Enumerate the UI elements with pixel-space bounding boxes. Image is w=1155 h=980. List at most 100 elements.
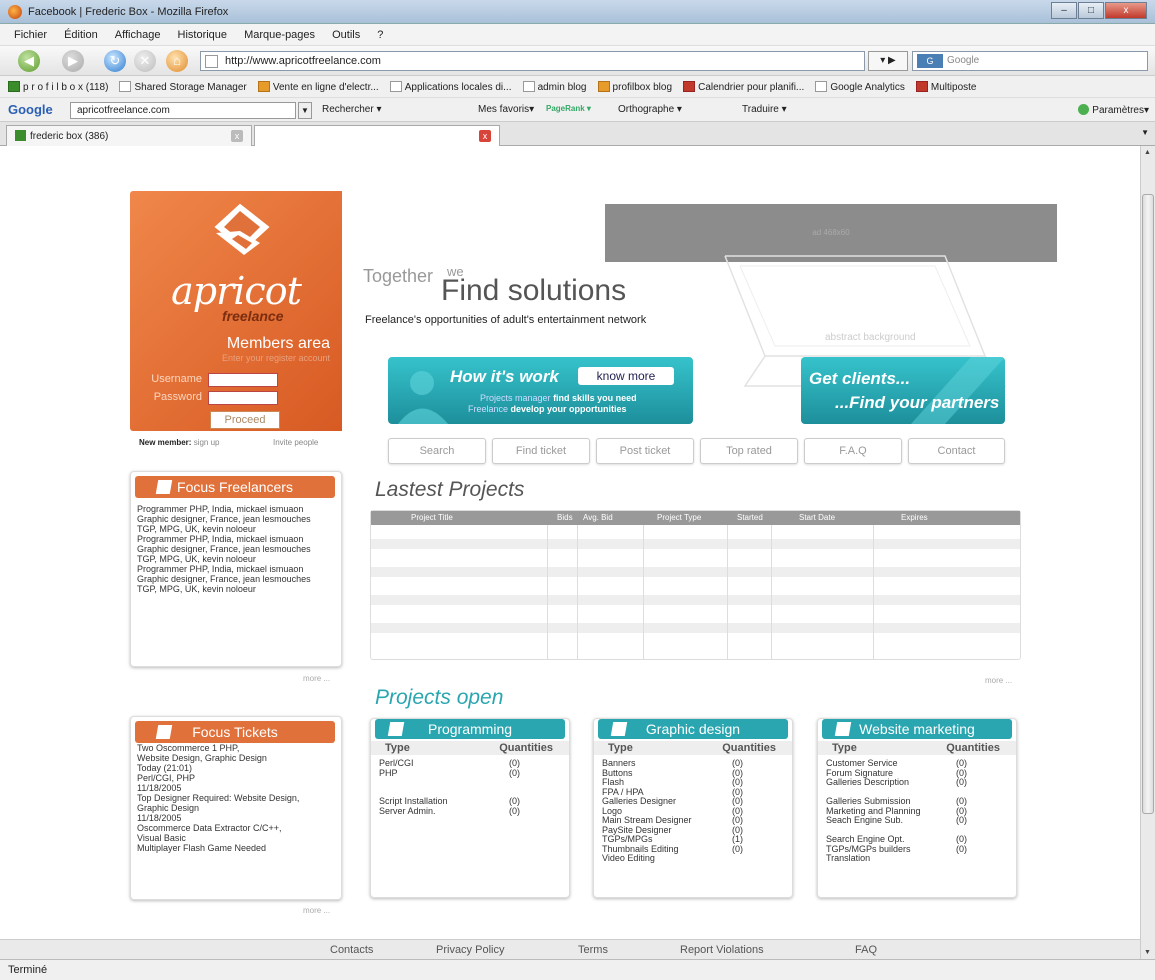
- nav-find-ticket-button[interactable]: Find ticket: [492, 438, 590, 464]
- invite-people-link[interactable]: Invite people: [273, 438, 318, 447]
- how-it-works-banner[interactable]: How it's work know more Projects manager…: [388, 357, 693, 424]
- table-row[interactable]: [371, 539, 1020, 549]
- tab-frederic-box[interactable]: frederic box (386) x: [6, 125, 252, 146]
- toolbar-settings[interactable]: Paramètres▾: [1078, 104, 1149, 116]
- search-engine-icon[interactable]: G: [917, 54, 943, 68]
- toolbar-favoris[interactable]: Mes favoris▾: [478, 104, 534, 115]
- table-row[interactable]: [371, 623, 1020, 633]
- password-input[interactable]: [208, 391, 278, 405]
- nav-faq-button[interactable]: F.A.Q: [804, 438, 902, 464]
- toolbar-traduire[interactable]: Traduire ▾: [742, 104, 787, 115]
- nav-search-button[interactable]: Search: [388, 438, 486, 464]
- list-item[interactable]: Programmer PHP, India, mickael ismuaon: [137, 534, 341, 544]
- bookmark-item[interactable]: Multiposte: [915, 81, 976, 93]
- list-item[interactable]: Oscommerce Data Extractor C/C++,: [137, 823, 341, 833]
- menu-edition[interactable]: Édition: [64, 29, 98, 41]
- stop-icon[interactable]: ✕: [134, 50, 156, 72]
- list-item[interactable]: Multiplayer Flash Game Needed: [137, 843, 341, 853]
- maximize-button[interactable]: □: [1078, 2, 1104, 19]
- footer-privacy-link[interactable]: Privacy Policy: [436, 944, 504, 956]
- url-bar[interactable]: http://www.apricotfreelance.com: [200, 51, 865, 71]
- list-item[interactable]: Website Design, Graphic Design: [137, 753, 341, 763]
- nav-post-ticket-button[interactable]: Post ticket: [596, 438, 694, 464]
- list-item[interactable]: Top Designer Required: Website Design,: [137, 793, 341, 803]
- table-row[interactable]: [371, 553, 1020, 563]
- toolbar-pagerank[interactable]: PageRank ▾: [546, 104, 591, 113]
- go-button[interactable]: ▾ ▶: [868, 51, 908, 71]
- home-icon[interactable]: ⌂: [166, 50, 188, 72]
- list-item[interactable]: Programmer PHP, India, mickael ismuaon: [137, 564, 341, 574]
- sign-up-link[interactable]: sign up: [194, 438, 220, 447]
- list-item[interactable]: Seach Engine Sub. (0): [826, 815, 1016, 826]
- list-item[interactable]: Translation: [826, 853, 1016, 864]
- bookmark-item[interactable]: Google Analytics: [815, 81, 905, 93]
- bookmark-item[interactable]: Calendrier pour planifi...: [683, 81, 804, 93]
- tickets-more-link[interactable]: more ...: [303, 906, 330, 915]
- bookmark-item[interactable]: Applications locales di...: [389, 81, 512, 93]
- footer-report-link[interactable]: Report Violations: [680, 944, 764, 956]
- list-item[interactable]: Galleries Designer (0): [602, 796, 792, 807]
- reload-icon[interactable]: ↻: [104, 50, 126, 72]
- table-row[interactable]: [371, 525, 1020, 535]
- list-item[interactable]: Graphic designer, France, jean lesmouche…: [137, 574, 341, 584]
- close-button[interactable]: x: [1105, 2, 1147, 19]
- proceed-button[interactable]: Proceed: [210, 411, 280, 429]
- username-input[interactable]: [208, 373, 278, 387]
- logo-text[interactable]: apricot: [130, 269, 342, 313]
- google-search-input[interactable]: apricotfreelance.com: [70, 102, 296, 119]
- tab-list-dropdown-icon[interactable]: ▼: [1141, 128, 1149, 137]
- back-arrow-icon[interactable]: ◀: [18, 50, 40, 72]
- menu-help[interactable]: ?: [377, 29, 383, 41]
- table-row[interactable]: [371, 595, 1020, 605]
- list-item[interactable]: PHP (0): [379, 768, 569, 779]
- menu-marque-pages[interactable]: Marque-pages: [244, 29, 315, 41]
- nav-top-rated-button[interactable]: Top rated: [700, 438, 798, 464]
- scrollbar-thumb[interactable]: [1142, 194, 1154, 814]
- scroll-down-arrow-icon[interactable]: ▼: [1144, 949, 1151, 956]
- list-item[interactable]: Two Oscommerce 1 PHP,: [137, 743, 341, 753]
- bookmark-item[interactable]: Vente en ligne d'electr...: [257, 81, 379, 93]
- menu-outils[interactable]: Outils: [332, 29, 360, 41]
- nav-contact-button[interactable]: Contact: [908, 438, 1005, 464]
- menu-fichier[interactable]: Fichier: [14, 29, 47, 41]
- forward-arrow-icon[interactable]: ▶: [62, 50, 84, 72]
- freelancers-more-link[interactable]: more ...: [303, 674, 330, 683]
- get-clients-banner[interactable]: Get clients... ...Find your partners: [801, 357, 1005, 424]
- google-logo[interactable]: Google: [8, 102, 53, 117]
- list-item[interactable]: TGP, MPG, UK, kevin noloeur: [137, 524, 341, 534]
- know-more-button[interactable]: know more: [578, 367, 674, 385]
- list-item[interactable]: Buttons (0): [602, 768, 792, 779]
- list-item[interactable]: Graphic designer, France, jean lesmouche…: [137, 544, 341, 554]
- list-item[interactable]: Perl/CGI (0): [379, 758, 569, 769]
- vertical-scrollbar[interactable]: ▲ ▼: [1140, 146, 1155, 959]
- chevron-down-icon[interactable]: ▼: [298, 102, 312, 119]
- latest-more-link[interactable]: more ...: [985, 676, 1012, 685]
- footer-faq-link[interactable]: FAQ: [855, 944, 877, 956]
- table-row[interactable]: [371, 609, 1020, 619]
- bookmark-item[interactable]: admin blog: [522, 81, 586, 93]
- menu-affichage[interactable]: Affichage: [115, 29, 161, 41]
- menu-historique[interactable]: Historique: [178, 29, 228, 41]
- search-box[interactable]: G Google: [912, 51, 1148, 71]
- list-item[interactable]: TGP, MPG, UK, kevin noloeur: [137, 584, 341, 594]
- toolbar-orthographe[interactable]: Orthographe ▾: [618, 104, 682, 115]
- tab-close-icon[interactable]: x: [231, 130, 243, 142]
- list-item[interactable]: Graphic designer, France, jean lesmouche…: [137, 514, 341, 524]
- bookmark-item[interactable]: Shared Storage Manager: [119, 81, 247, 93]
- list-item[interactable]: Visual Basic: [137, 833, 341, 843]
- toolbar-rechercher[interactable]: Rechercher ▾: [322, 104, 382, 115]
- list-item[interactable]: Graphic Design: [137, 803, 341, 813]
- footer-contacts-link[interactable]: Contacts: [330, 944, 373, 956]
- table-row[interactable]: [371, 637, 1020, 647]
- list-item[interactable]: Galleries Description (0): [826, 777, 1016, 788]
- table-row[interactable]: [371, 581, 1020, 591]
- tab-current[interactable]: x: [254, 125, 500, 146]
- scroll-up-arrow-icon[interactable]: ▲: [1144, 149, 1151, 156]
- bookmark-item[interactable]: p r o f i l b o x (118): [8, 81, 108, 93]
- list-item[interactable]: Video Editing: [602, 853, 792, 864]
- minimize-button[interactable]: –: [1051, 2, 1077, 19]
- table-row[interactable]: [371, 567, 1020, 577]
- tab-close-icon[interactable]: x: [479, 130, 491, 142]
- list-item[interactable]: TGP, MPG, UK, kevin noloeur: [137, 554, 341, 564]
- bookmark-item[interactable]: profilbox blog: [597, 81, 672, 93]
